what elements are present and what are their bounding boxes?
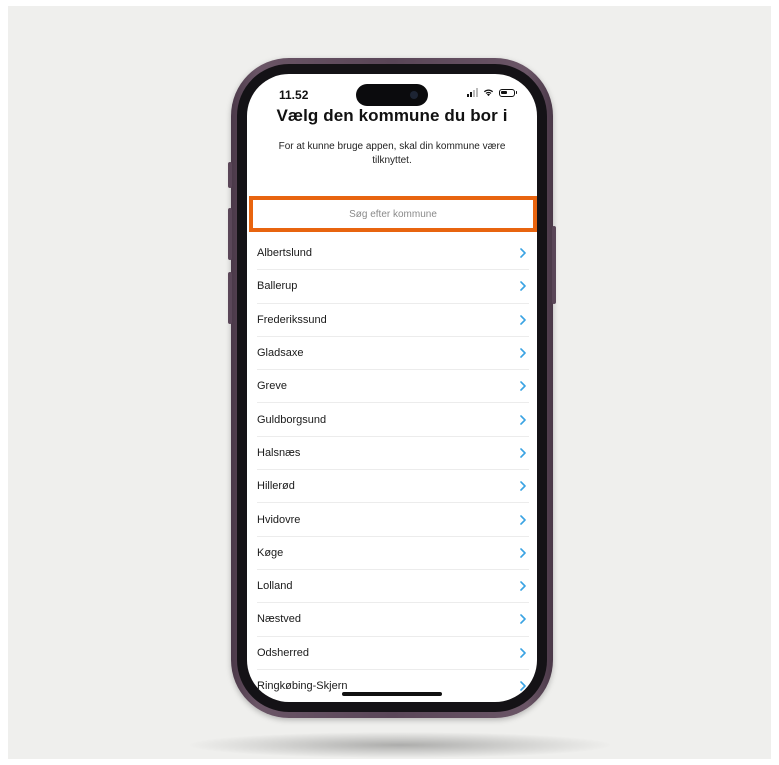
list-item[interactable]: Guldborgsund [257,403,529,437]
cellular-signal-icon [467,88,478,97]
list-item[interactable]: Halsnæs [257,437,529,471]
status-time: 11.52 [279,88,309,102]
list-item-label: Odsherred [257,646,309,659]
list-item[interactable]: Lolland [257,570,529,604]
volume-up-button [228,208,232,260]
list-item[interactable]: Køge [257,537,529,570]
chevron-right-icon [520,281,526,292]
list-item-label: Næstved [257,613,302,626]
battery-icon [499,88,517,97]
volume-down-button [228,272,232,324]
chevron-right-icon [520,581,526,591]
chevron-right-icon [520,548,526,558]
list-item[interactable]: Albertslund [257,237,529,271]
list-item-label: Guldborgsund [257,413,327,426]
list-item[interactable]: Ballerup [257,270,529,304]
silent-switch [228,162,232,188]
list-item[interactable]: Hvidovre [257,503,529,537]
search-box-highlight [249,196,537,232]
list-item-label: Albertslund [257,247,313,260]
wifi-icon [483,89,494,97]
search-input[interactable] [253,199,533,229]
home-indicator[interactable] [342,692,442,696]
chevron-right-icon [520,481,526,492]
list-item-label: Gladsaxe [257,347,304,360]
list-item[interactable]: Frederikssund [257,304,529,337]
chevron-right-icon [520,681,526,691]
list-item[interactable]: Greve [257,370,529,404]
chevron-right-icon [520,448,526,458]
list-item-label: Lolland [257,580,293,593]
list-item-label: Køge [257,546,284,559]
status-icons [467,88,517,97]
list-item-label: Hvidovre [257,513,301,526]
page-title: Vælg den kommune du bor i [276,106,508,125]
chevron-right-icon [520,614,526,625]
phone-shadow [190,732,610,758]
list-item-label: Ringkøbing-Skjern [257,680,348,692]
list-item-label: Hillerød [257,480,295,493]
list-item-label: Halsnæs [257,446,301,459]
chevron-right-icon [520,348,526,358]
phone-screen: 11.52 Vælg den kommune du bor i For at k… [247,74,537,702]
municipality-list: Albertslund Ballerup Frederikssund Gladsaxe… [257,237,529,702]
list-item[interactable]: Ringkøbing-Skjern [257,670,529,702]
power-button [552,226,556,304]
chevron-right-icon [520,647,526,658]
list-item[interactable]: Hillerød [257,470,529,504]
chevron-right-icon [520,248,526,258]
list-item-label: Greve [257,380,287,393]
list-item[interactable]: Gladsaxe [257,337,529,371]
list-item[interactable]: Næstved [257,603,529,637]
list-item-label: Ballerup [257,280,298,293]
camera-icon [410,91,418,99]
list-item-label: Frederikssund [257,313,327,326]
chevron-right-icon [520,514,526,525]
page-subtitle: For at kunne bruge appen, skal din kommu… [278,141,506,166]
chevron-right-icon [520,414,526,425]
list-item[interactable]: Odsherred [257,637,529,670]
chevron-right-icon [520,314,526,325]
dynamic-island [356,84,428,106]
chevron-right-icon [520,381,526,392]
